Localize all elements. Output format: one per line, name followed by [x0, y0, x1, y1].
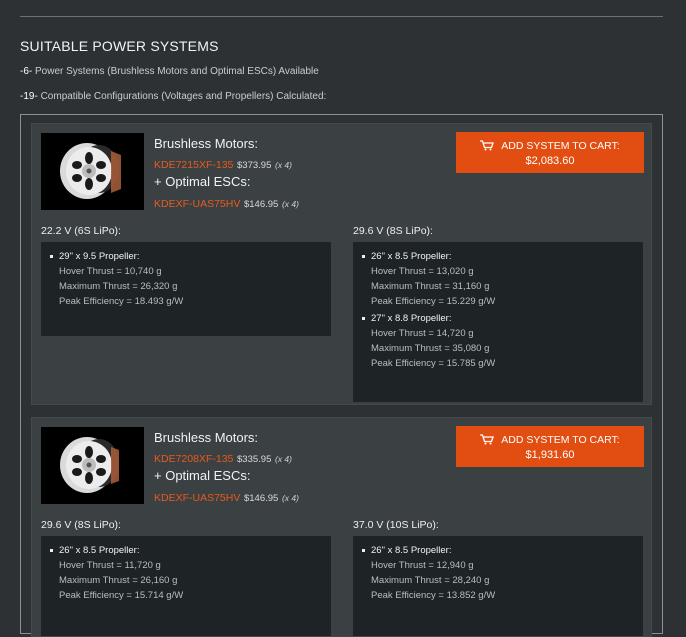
maximum-thrust: Maximum Thrust = 35,080 g [371, 343, 490, 354]
systems-list: Brushless Motors: KDE7215XF-135 $373.95 … [20, 114, 663, 637]
motor-model-link[interactable]: KDE7208XF-135 [154, 453, 233, 465]
propeller-label: 27" x 8.8 Propeller: [362, 313, 643, 324]
system-card: Brushless Motors: KDE7215XF-135 $373.95 … [31, 123, 652, 405]
propeller-label: 26" x 8.5 Propeller: [362, 251, 643, 262]
cart-icon [480, 140, 495, 151]
motor-quantity: (x 4) [274, 160, 292, 170]
esc-model-link[interactable]: KDEXF-UAS75HV [154, 492, 240, 504]
maximum-thrust: Maximum Thrust = 26,160 g [59, 575, 178, 586]
hover-thrust: Hover Thrust = 11,720 g [59, 560, 161, 571]
escs-heading: + Optimal ESCs: [154, 174, 251, 189]
esc-line: KDEXF-UAS75HV $146.95 (x 4) [154, 195, 299, 210]
motor-line: KDE7215XF-135 $373.95 (x 4) [154, 156, 292, 171]
motor-line: KDE7208XF-135 $335.95 (x 4) [154, 450, 292, 465]
propeller-label: 26" x 8.5 Propeller: [362, 545, 643, 556]
motor-quantity: (x 4) [274, 454, 292, 464]
system-total-price: $2,083.60 [525, 155, 575, 167]
configurations-text: -19- Compatible Configurations (Voltages… [20, 91, 326, 102]
configuration-panel: 26" x 8.5 Propeller: Hover Thrust = 11,7… [41, 536, 331, 636]
peak-efficiency: Peak Efficiency = 15.714 g/W [59, 590, 184, 601]
hover-thrust: Hover Thrust = 13,020 g [371, 266, 474, 277]
motor-price: $335.95 [237, 454, 272, 465]
configuration-panel: 26" x 8.5 Propeller: Hover Thrust = 13,0… [353, 242, 643, 402]
configuration-panel: 29" x 9.5 Propeller: Hover Thrust = 10,7… [41, 242, 331, 336]
maximum-thrust: Maximum Thrust = 31,160 g [371, 281, 490, 292]
add-system-to-cart-button[interactable]: ADD SYSTEM TO CART: $2,083.60 [456, 132, 644, 173]
motors-heading: Brushless Motors: [154, 136, 259, 151]
systems-available-text: -6- Power Systems (Brushless Motors and … [20, 66, 319, 77]
configuration-panel: 26" x 8.5 Propeller: Hover Thrust = 12,9… [353, 536, 643, 636]
system-card: Brushless Motors: KDE7208XF-135 $335.95 … [31, 417, 652, 637]
propeller-label: 29" x 9.5 Propeller: [50, 251, 331, 262]
esc-price: $146.95 [243, 199, 279, 210]
esc-line: KDEXF-UAS75HV $146.95 (x 4) [154, 489, 299, 504]
esc-quantity: (x 4) [281, 199, 299, 209]
add-cart-label: ADD SYSTEM TO CART: [501, 140, 620, 152]
esc-quantity: (x 4) [281, 493, 299, 503]
motor-model-link[interactable]: KDE7215XF-135 [154, 159, 233, 171]
propeller-config: 26" x 8.5 Propeller: Hover Thrust = 11,7… [50, 545, 331, 601]
propeller-config: 27" x 8.8 Propeller: Hover Thrust = 14,7… [362, 313, 643, 369]
page-title: SUITABLE POWER SYSTEMS [20, 38, 219, 54]
peak-efficiency: Peak Efficiency = 18.493 g/W [59, 296, 184, 307]
systems-count: -6- [20, 66, 33, 77]
add-cart-label: ADD SYSTEM TO CART: [501, 434, 620, 446]
configs-label: Compatible Configurations (Voltages and … [37, 91, 327, 102]
peak-efficiency: Peak Efficiency = 15.785 g/W [371, 358, 496, 369]
peak-efficiency: Peak Efficiency = 13.852 g/W [371, 590, 496, 601]
motor-price: $373.95 [237, 160, 272, 171]
propeller-config: 29" x 9.5 Propeller: Hover Thrust = 10,7… [50, 251, 331, 307]
maximum-thrust: Maximum Thrust = 28,240 g [371, 575, 490, 586]
esc-model-link[interactable]: KDEXF-UAS75HV [154, 198, 240, 210]
propeller-label: 26" x 8.5 Propeller: [50, 545, 331, 556]
top-divider [20, 16, 663, 17]
hover-thrust: Hover Thrust = 10,740 g [59, 266, 162, 277]
motor-image[interactable] [41, 133, 144, 210]
voltage-label: 29.6 V (8S LiPo): [41, 519, 121, 531]
add-system-to-cart-button[interactable]: ADD SYSTEM TO CART: $1,931.60 [456, 426, 644, 467]
voltage-label: 22.2 V (6S LiPo): [41, 225, 121, 237]
cart-icon [480, 434, 495, 445]
esc-price: $146.95 [243, 493, 279, 504]
hover-thrust: Hover Thrust = 12,940 g [371, 560, 474, 571]
propeller-config: 26" x 8.5 Propeller: Hover Thrust = 12,9… [362, 545, 643, 601]
motors-heading: Brushless Motors: [154, 430, 259, 445]
peak-efficiency: Peak Efficiency = 15.229 g/W [371, 296, 496, 307]
voltage-label: 29.6 V (8S LiPo): [353, 225, 433, 237]
escs-heading: + Optimal ESCs: [154, 468, 251, 483]
propeller-config: 26" x 8.5 Propeller: Hover Thrust = 13,0… [362, 251, 643, 307]
configs-count: -19- [20, 91, 38, 102]
motor-image[interactable] [41, 427, 144, 504]
maximum-thrust: Maximum Thrust = 26,320 g [59, 281, 178, 292]
systems-label: Power Systems (Brushless Motors and Opti… [32, 66, 319, 77]
system-total-price: $1,931.60 [525, 449, 575, 461]
voltage-label: 37.0 V (10S LiPo): [353, 519, 439, 531]
hover-thrust: Hover Thrust = 14,720 g [371, 328, 474, 339]
